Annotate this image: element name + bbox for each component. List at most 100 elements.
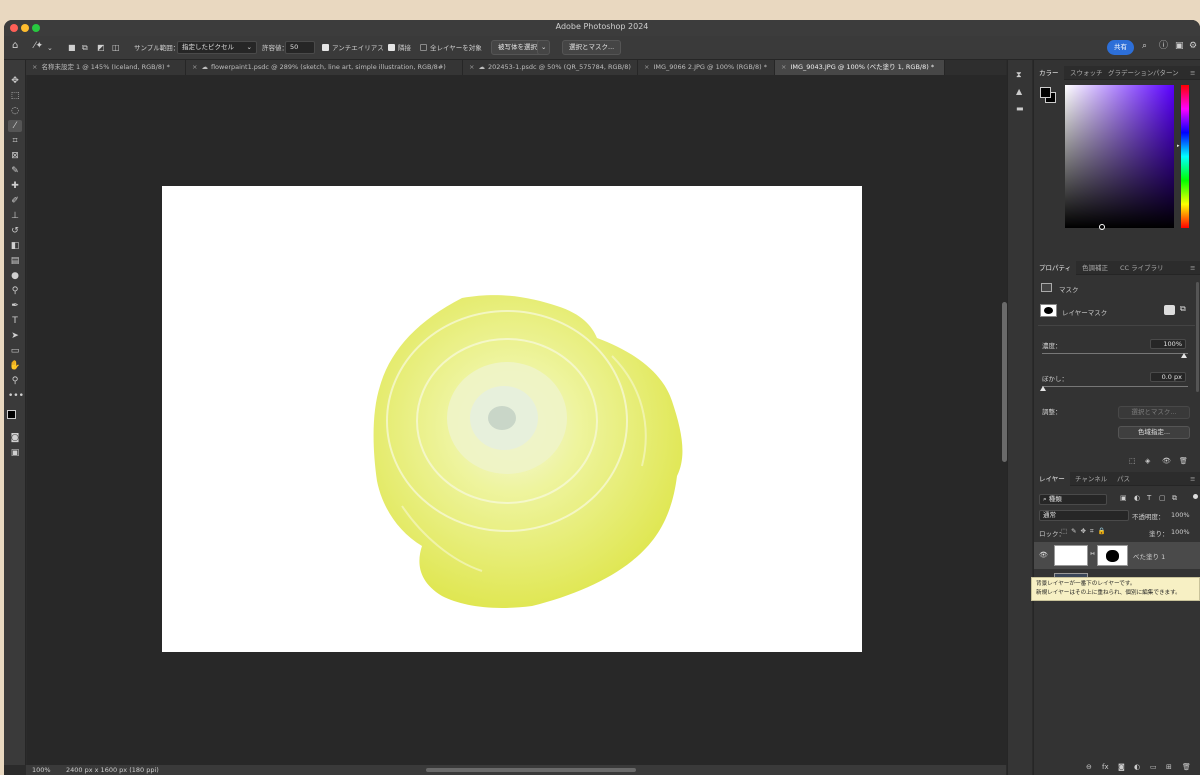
path-selection-icon[interactable]: ➤ (8, 330, 22, 342)
antialias-checkbox[interactable]: アンチエイリアス (322, 42, 384, 54)
lasso-tool-icon[interactable]: ◌ (8, 105, 22, 117)
tab-color[interactable]: カラー (1034, 66, 1064, 80)
select-subject-dropdown[interactable]: ⌄ (537, 40, 551, 55)
filter-pixel-icon[interactable]: ▣ (1120, 494, 1127, 502)
all-layers-checkbox[interactable]: 全レイヤーを対象 (420, 42, 482, 54)
adjustment-layer-icon[interactable]: ◐ (1134, 763, 1140, 771)
add-selection-icon[interactable]: ⧉ (82, 42, 88, 54)
tool-preset-chevron-icon[interactable]: ⌄ (47, 42, 53, 54)
filter-adjustment-icon[interactable]: ◐ (1134, 494, 1140, 502)
blur-tool-icon[interactable]: ● (8, 270, 22, 282)
pen-tool-icon[interactable]: ✒ (8, 300, 22, 312)
tab-document[interactable]: × ☁ 202453-1.psdc @ 50% (QR_575784, RGB/8) (463, 60, 638, 75)
close-tab-icon[interactable]: × (644, 63, 649, 71)
tab-document[interactable]: × 名称未設定 1 @ 145% (Iceland, RGB/8) * (26, 60, 186, 75)
visibility-icon[interactable]: 👁 (1162, 457, 1171, 465)
filter-shape-icon[interactable]: ▢ (1159, 494, 1166, 502)
visibility-icon[interactable]: 👁 (1039, 551, 1048, 559)
magic-wand-tool-icon[interactable]: ⁄ (8, 120, 22, 132)
search-icon[interactable]: ⌕ (1142, 40, 1147, 52)
marquee-tool-icon[interactable]: ⬚ (8, 90, 22, 102)
properties-scrollbar[interactable] (1196, 282, 1199, 392)
home-icon[interactable]: ⌂ (12, 40, 18, 52)
tab-adjustments[interactable]: 色調補正 (1077, 261, 1113, 275)
tolerance-input[interactable]: 50 (285, 41, 315, 54)
fx-icon[interactable]: fx (1102, 763, 1109, 771)
blend-mode-select[interactable]: 通常 (1039, 510, 1129, 521)
help-icon[interactable]: ⓘ (1159, 40, 1168, 52)
tab-layers[interactable]: レイヤー (1034, 472, 1070, 486)
more-tools-icon[interactable]: ••• (8, 390, 24, 402)
panel-menu-icon[interactable]: ≡ (1185, 472, 1200, 486)
color-picker-field[interactable] (1065, 85, 1174, 228)
density-slider-handle[interactable] (1181, 353, 1187, 358)
tab-swatches[interactable]: スウォッチ (1065, 66, 1108, 80)
layer-mask-thumbnail[interactable] (1040, 304, 1057, 317)
feather-slider-handle[interactable] (1040, 386, 1046, 391)
tab-document-active[interactable]: × IMG_9043.JPG @ 100% (べた塗り 1, RGB/8) * (775, 60, 945, 75)
share-button[interactable]: 共有 (1107, 40, 1134, 55)
new-layer-icon[interactable]: ⊞ (1166, 763, 1172, 771)
frame-tool-icon[interactable]: ⊠ (8, 150, 22, 162)
magic-wand-tool-icon[interactable]: ⁄✦ (34, 40, 43, 52)
lock-options-icons[interactable]: ⬚✎✥⌗🔒 (1061, 527, 1110, 536)
tab-paths[interactable]: パス (1112, 472, 1135, 486)
dodge-tool-icon[interactable]: ⚲ (8, 285, 22, 297)
tab-cc-libraries[interactable]: CC ライブラリ (1115, 261, 1169, 275)
group-icon[interactable]: ▭ (1150, 763, 1157, 771)
opacity-value[interactable]: 100% (1171, 511, 1190, 519)
horizontal-scrollbar[interactable] (426, 768, 636, 772)
close-tab-icon[interactable]: × (469, 63, 474, 71)
link-layers-icon[interactable]: ⊖ (1086, 763, 1092, 771)
layer-name[interactable]: べた塗り 1 (1133, 551, 1165, 561)
color-picker-cursor[interactable] (1099, 224, 1105, 230)
filter-smart-object-icon[interactable]: ⧉ (1172, 494, 1177, 503)
eraser-tool-icon[interactable]: ◧ (8, 240, 22, 252)
foreground-color-swatch[interactable] (1040, 87, 1051, 98)
apply-mask-icon[interactable]: ◈ (1145, 457, 1150, 465)
settings-icon[interactable]: ⚙ (1189, 40, 1197, 52)
hue-slider-handle[interactable]: ▸ (1177, 143, 1180, 149)
density-slider[interactable] (1042, 353, 1188, 354)
select-and-mask-button[interactable]: 選択とマスク... (1118, 406, 1190, 419)
close-tab-icon[interactable]: × (192, 63, 197, 71)
trash-icon[interactable]: 🗑 (1179, 457, 1188, 465)
history-icon[interactable]: ⧗ (1016, 70, 1022, 80)
color-range-button[interactable]: 色域指定... (1118, 426, 1190, 439)
move-tool-icon[interactable]: ✥ (8, 75, 22, 87)
sample-size-select[interactable]: 指定したピクセル ⌄ (177, 41, 257, 54)
close-tab-icon[interactable]: × (781, 63, 786, 71)
screen-mode-icon[interactable]: ▣ (8, 447, 22, 459)
comments-icon[interactable]: ▬ (1016, 104, 1024, 113)
gradient-tool-icon[interactable]: ▤ (8, 255, 22, 267)
trash-icon[interactable]: 🗑 (1182, 763, 1191, 771)
eyedropper-tool-icon[interactable]: ✎ (8, 165, 22, 177)
filter-type-icon[interactable]: T (1147, 494, 1151, 502)
contiguous-checkbox[interactable]: 隣接 (388, 42, 411, 54)
panel-menu-icon[interactable]: ≡ (1185, 66, 1200, 80)
tab-channels[interactable]: チャンネル (1070, 472, 1112, 486)
select-and-mask-button[interactable]: 選択とマスク... (562, 40, 622, 55)
healing-brush-icon[interactable]: ✚ (8, 180, 22, 192)
clone-stamp-icon[interactable]: ⊥ (8, 210, 22, 222)
tab-document[interactable]: × IMG_9066 2.JPG @ 100% (RGB/8) * (638, 60, 775, 75)
rectangle-tool-icon[interactable]: ▭ (8, 345, 22, 357)
fill-value[interactable]: 100% (1171, 528, 1190, 536)
workspace-icon[interactable]: ▣ (1175, 40, 1184, 52)
document-info[interactable]: 2400 px x 1600 px (180 ppi) (66, 765, 159, 775)
layer-row-selected[interactable]: 👁 ⧓ べた塗り 1 (1034, 542, 1200, 569)
layer-mask-thumbnail[interactable] (1097, 545, 1128, 566)
panel-menu-icon[interactable]: ≡ (1185, 261, 1200, 275)
load-selection-icon[interactable]: ⬚ (1129, 457, 1136, 465)
tab-document[interactable]: × ☁ flowerpaint1.psdc @ 289% (sketch, line… (186, 60, 463, 75)
type-tool-icon[interactable]: T (8, 315, 22, 327)
history-brush-icon[interactable]: ↺ (8, 225, 22, 237)
filter-toggle[interactable] (1193, 494, 1198, 499)
document-canvas[interactable] (162, 186, 862, 652)
tab-properties[interactable]: プロパティ (1034, 261, 1077, 275)
link-icon[interactable]: ⧓ (1090, 551, 1095, 557)
intersect-selection-icon[interactable]: ◫ (112, 42, 120, 54)
add-mask-icon[interactable]: ◙ (1118, 763, 1125, 771)
zoom-tool-icon[interactable]: ⚲ (8, 375, 22, 387)
hand-tool-icon[interactable]: ✋ (8, 360, 22, 372)
